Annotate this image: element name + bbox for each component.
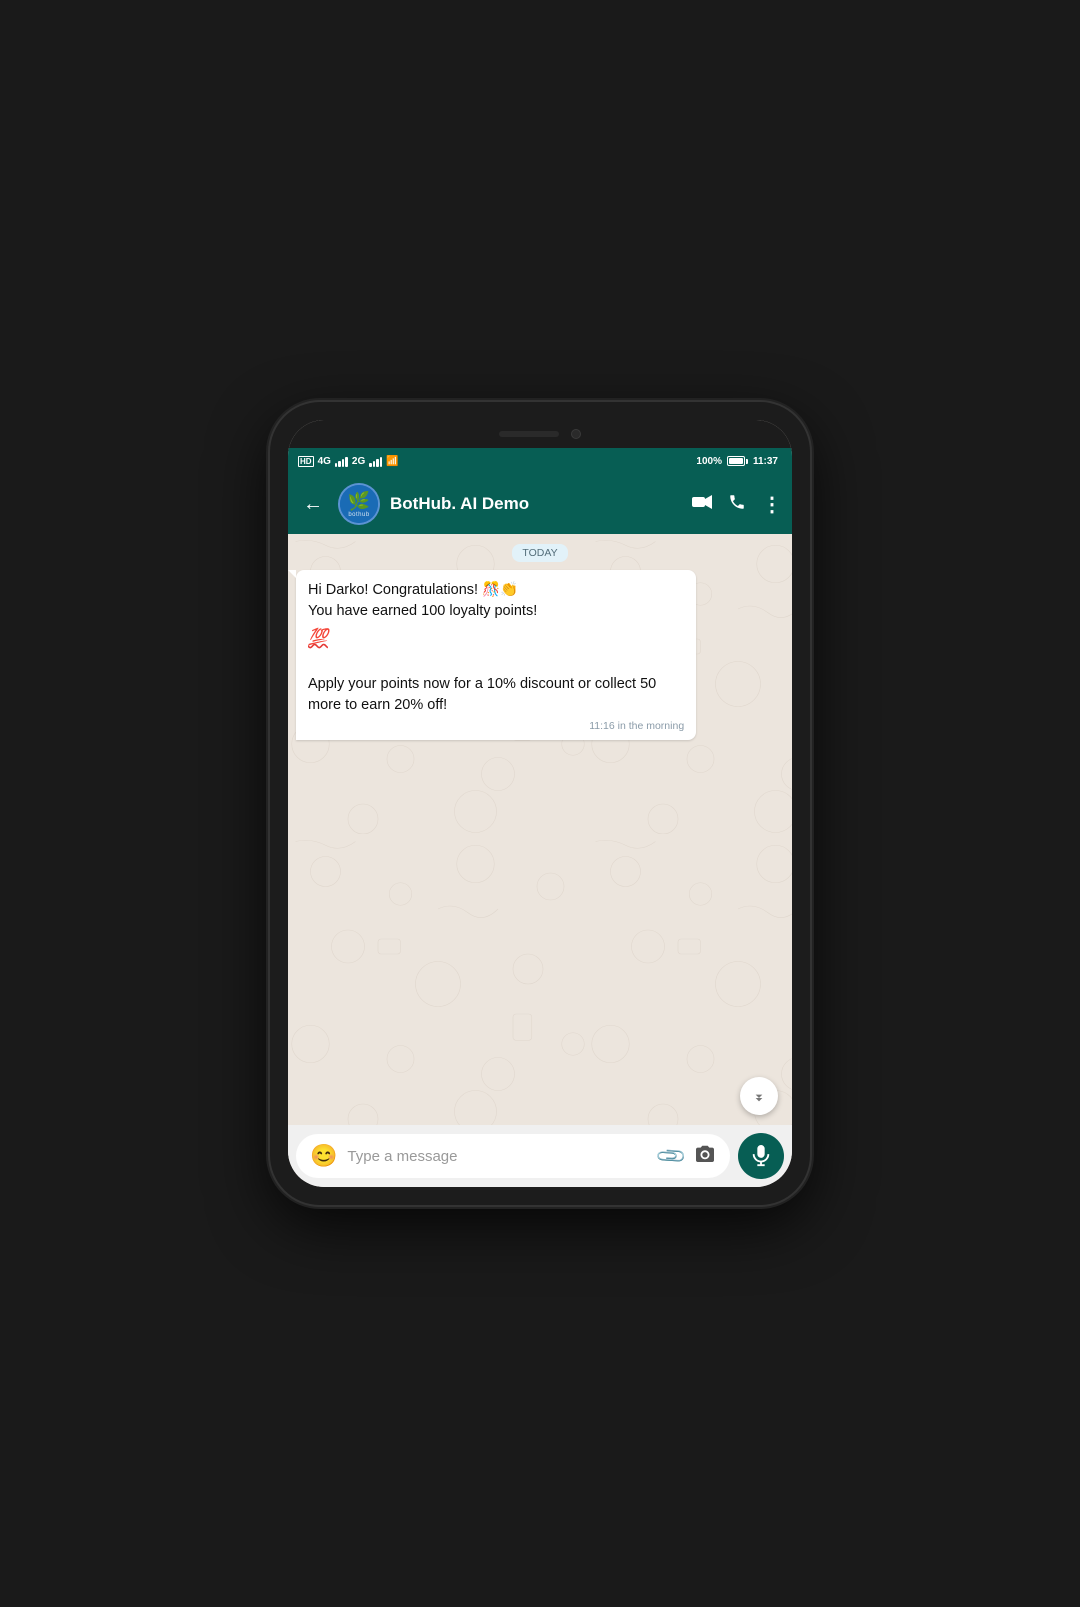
- message-bubble: Hi Darko! Congratulations! 🎊👏 You have e…: [296, 570, 696, 740]
- message-input-wrap[interactable]: 😊 Type a message 📎: [296, 1134, 730, 1178]
- emoji-picker-icon[interactable]: 😊: [310, 1143, 337, 1169]
- camera-bar: [288, 420, 792, 448]
- status-right: 100% 11:37: [696, 456, 778, 467]
- back-button[interactable]: ←: [298, 488, 328, 521]
- message-received: Hi Darko! Congratulations! 🎊👏 You have e…: [296, 570, 784, 740]
- status-bar: HD 4G 2G 📶 100%: [288, 448, 792, 474]
- date-badge: TODAY: [296, 544, 784, 562]
- bar2: [338, 461, 341, 467]
- network-2g: 2G: [352, 456, 365, 467]
- wifi-icon: 📶: [386, 456, 398, 467]
- time-display: 11:37: [753, 456, 778, 467]
- signal-2g: [369, 456, 382, 467]
- attach-icon[interactable]: 📎: [654, 1138, 689, 1173]
- whatsapp-header: ← 🌿 bothub BotHub. AI Demo: [288, 474, 792, 534]
- more-options-icon[interactable]: ⋮: [762, 492, 782, 517]
- input-bar: 😊 Type a message 📎: [288, 1125, 792, 1187]
- message-line2: You have earned 100 loyalty points!: [308, 603, 537, 619]
- bar1: [335, 463, 338, 467]
- bar4: [345, 457, 348, 467]
- bar2: [373, 461, 376, 467]
- network-4g: 4G: [318, 456, 331, 467]
- status-left-icons: HD 4G 2G 📶: [298, 456, 399, 467]
- voice-message-button[interactable]: [738, 1133, 784, 1179]
- camera-icon[interactable]: [694, 1144, 716, 1168]
- date-badge-label: TODAY: [512, 544, 567, 562]
- bar3: [376, 459, 379, 467]
- phone-frame: HD 4G 2G 📶 100%: [270, 402, 810, 1205]
- avatar-label: bothub: [348, 512, 369, 518]
- phone-call-icon[interactable]: [728, 493, 746, 516]
- speaker: [499, 431, 559, 437]
- chat-area: TODAY Hi Darko! Congratulations! 🎊👏 You …: [288, 534, 792, 1125]
- scroll-to-bottom-wrap: [296, 1077, 784, 1115]
- avatar-icon: 🌿: [348, 491, 370, 512]
- hd-icon: HD: [298, 456, 314, 467]
- phone-screen: HD 4G 2G 📶 100%: [288, 420, 792, 1187]
- bar1: [369, 463, 372, 467]
- message-input[interactable]: Type a message: [347, 1148, 649, 1165]
- video-call-icon[interactable]: [692, 495, 712, 514]
- message-time: 11:16 in the morning: [308, 720, 684, 732]
- hundred-emoji: 💯: [308, 626, 328, 649]
- contact-name[interactable]: BotHub. AI Demo: [390, 494, 682, 514]
- message-line1: Hi Darko! Congratulations! 🎊👏: [308, 582, 518, 598]
- header-action-icons: ⋮: [692, 492, 782, 517]
- bar4: [380, 457, 383, 467]
- bar3: [342, 459, 345, 467]
- signal-4g: [335, 456, 348, 467]
- message-body: Hi Darko! Congratulations! 🎊👏 You have e…: [308, 580, 684, 716]
- message-line3: Apply your points now for a 10% discount…: [308, 676, 656, 713]
- camera-dot: [571, 429, 581, 439]
- scroll-to-bottom-button[interactable]: [740, 1077, 778, 1115]
- avatar[interactable]: 🌿 bothub: [338, 483, 380, 525]
- battery-percent: 100%: [696, 456, 722, 467]
- battery-icon: [727, 456, 748, 466]
